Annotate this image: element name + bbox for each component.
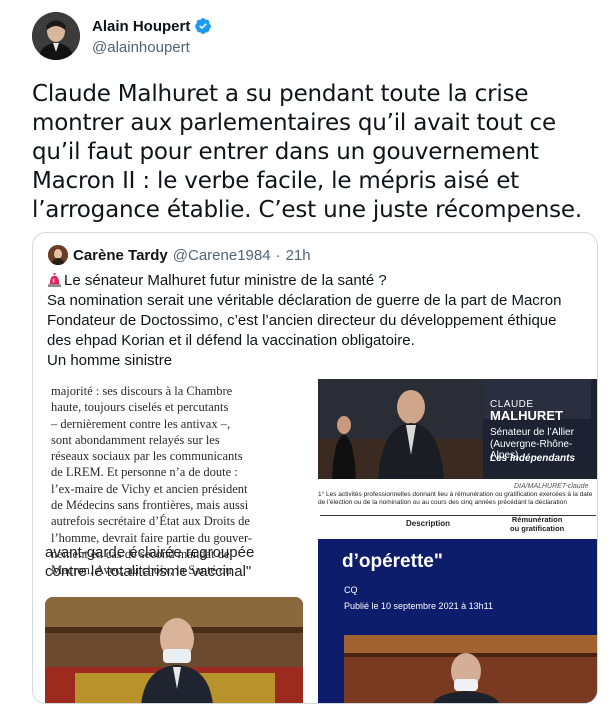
article-title: d’opérette" xyxy=(342,551,443,572)
media-image-right[interactable]: CLAUDE MALHURET Sénateur de l’Allier (Au… xyxy=(318,379,597,703)
quoted-line-5: Un homme sinistre xyxy=(47,352,173,369)
author-name[interactable]: Alain Houpert xyxy=(92,18,190,35)
column-description: Description xyxy=(406,519,451,528)
quoted-author-name: Carène Tardy xyxy=(73,246,168,264)
tv-subtitle-1: Sénateur de l’Allier xyxy=(490,427,574,438)
clip-line: de LREM. Et personne n’a de doute : xyxy=(51,465,238,480)
clip-line: réseaux sociaux par les communicants xyxy=(51,449,243,464)
quoted-line-4: des ehpad Korian et il défend la vaccina… xyxy=(47,332,415,349)
clip-quote-line: contre le totalitarisme vaccinal" xyxy=(45,563,252,580)
quoted-author-avatar xyxy=(48,245,68,265)
article-card: d’opérette" CQ Publié le 10 septembre 20… xyxy=(318,539,597,703)
tweet-text: Claude Malhuret a su pendant toute la cr… xyxy=(32,81,582,223)
clip-line: – dernièrement contre les antivax –, xyxy=(51,416,231,431)
senate-photo-left xyxy=(45,597,303,703)
author-avatar[interactable] xyxy=(32,12,80,60)
article-author: CQ xyxy=(344,585,358,595)
clip-line: majorité : ses discours à la Chambre xyxy=(51,384,233,398)
clipping-quote: avant-garde éclairée regroupée contre le… xyxy=(45,543,305,581)
quoted-line-1: Le sénateur Malhuret futur ministre de l… xyxy=(64,272,387,289)
senate-photo-right xyxy=(344,635,597,703)
quoted-tweet[interactable]: Carène Tardy @Carene1984 · 21h Le sénate… xyxy=(32,232,598,704)
author-handle[interactable]: @alainhoupert xyxy=(92,39,190,56)
tv-capture: CLAUDE MALHURET Sénateur de l’Allier (Au… xyxy=(318,379,597,479)
column-remuneration-line-1: Rémunération xyxy=(511,515,563,524)
column-remuneration-line-2: ou gratification xyxy=(510,524,565,533)
quoted-line-3: Fondateur de Doctossimo, c’est l’ancien … xyxy=(47,312,557,329)
police-light-icon xyxy=(47,273,62,287)
clip-line: autrefois secrétaire d’État aux Droits d… xyxy=(51,514,250,529)
verified-badge-icon xyxy=(195,18,212,34)
article-date: Publié le 10 septembre 2021 à 13h11 xyxy=(344,601,493,611)
clip-line: l’ex-maire de Vichy et ancien président xyxy=(51,481,248,496)
photo-credit: DIA/MALHURET-claude xyxy=(514,483,589,490)
declaration-header: 1° Les activités professionnelles donnan… xyxy=(318,491,593,506)
tv-last-name: MALHURET xyxy=(490,408,563,423)
clip-line: de Médecins sans frontières, mais aussi xyxy=(51,498,249,513)
clip-line: sont abondamment relayés sur les xyxy=(51,432,220,447)
media-image-left[interactable]: majorité : ses discours à la Chambre hau… xyxy=(33,379,315,703)
tv-group: Les Indépendants xyxy=(490,453,576,464)
column-remuneration: Rémunération ou gratification xyxy=(510,515,564,533)
clip-line: haute, toujours ciselés et percutants xyxy=(51,400,229,415)
clip-quote-line: avant-garde éclairée regroupée xyxy=(45,544,255,561)
quoted-author-handle: @Carene1984 xyxy=(172,246,271,264)
quoted-line-2: Sa nomination serait une véritable décla… xyxy=(47,292,562,309)
quoted-timestamp: 21h xyxy=(285,246,311,264)
quoted-text: Le sénateur Malhuret futur ministre de l… xyxy=(47,271,587,371)
quoted-separator: · xyxy=(275,246,281,264)
